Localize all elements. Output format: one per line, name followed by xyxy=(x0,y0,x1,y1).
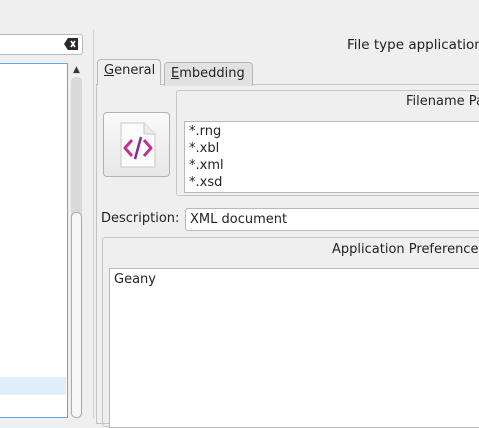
tab-embedding-label: mbedding xyxy=(179,66,245,81)
application-preference-title: Application Preference xyxy=(332,242,479,257)
description-field[interactable]: XML document xyxy=(185,208,479,231)
list-item[interactable]: *.xsd xyxy=(189,174,222,191)
application-preference-list[interactable]: Geany xyxy=(109,268,479,428)
tab-general-mnemonic: G xyxy=(104,63,115,78)
list-item[interactable]: *.rng xyxy=(189,123,221,140)
tab-general[interactable]: General xyxy=(97,59,161,85)
scroll-up-icon[interactable]: ▲ xyxy=(70,64,83,76)
tab-embedding-mnemonic: E xyxy=(171,66,180,81)
list-item[interactable]: *.xbl xyxy=(189,140,219,157)
filename-patterns-list[interactable]: *.rng *.xbl *.xml *.xsd xyxy=(184,121,479,193)
clear-search-icon[interactable] xyxy=(64,38,78,50)
tab-embedding[interactable]: Embedding xyxy=(164,62,253,86)
file-type-title: File type application/ xyxy=(347,37,479,53)
list-item[interactable]: *.xml xyxy=(189,157,224,174)
search-input[interactable] xyxy=(0,34,83,55)
filename-patterns-title: Filename Pa xyxy=(406,94,479,109)
description-label: Description: xyxy=(101,211,180,226)
selected-tree-row[interactable] xyxy=(0,377,66,395)
scrollbar-thumb[interactable] xyxy=(71,212,82,418)
tab-general-label: eneral xyxy=(114,63,156,78)
splitter-handle[interactable] xyxy=(93,30,94,418)
list-item[interactable]: Geany xyxy=(114,272,156,287)
file-type-icon-button[interactable] xyxy=(103,112,170,177)
mime-type-tree[interactable] xyxy=(0,63,68,418)
xml-document-icon xyxy=(120,122,156,168)
